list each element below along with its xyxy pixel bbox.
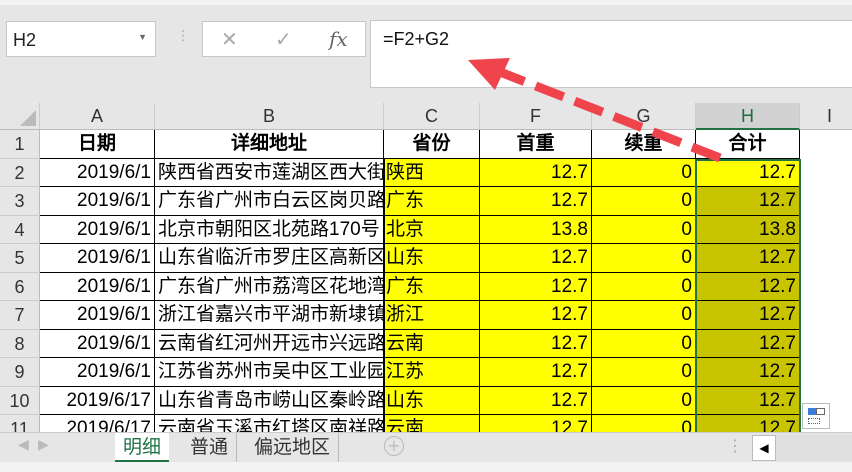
add-sheet-icon[interactable]: + — [384, 436, 404, 456]
scroll-right-icon[interactable]: ▶ — [38, 437, 49, 453]
scroll-left-icon[interactable]: ◀ — [18, 437, 29, 453]
horizontal-scrollbar[interactable] — [776, 435, 852, 461]
sheet-tab-bar: ◀ ▶ 明细 普通 偏远地区 + ⋮ ◀ — [0, 432, 852, 463]
hscroll-left-button[interactable]: ◀ — [752, 435, 776, 461]
splitter-icon[interactable]: ⋮ — [727, 436, 743, 455]
tab-putong[interactable]: 普通 — [182, 433, 238, 463]
annotation-arrow — [468, 58, 722, 163]
arrow-shaft — [498, 67, 722, 163]
tab-pianyuan[interactable]: 偏远地区 — [246, 433, 340, 463]
quick-analysis-icon[interactable] — [802, 403, 830, 429]
tab-mingxi[interactable]: 明细 — [115, 433, 170, 463]
status-strip — [0, 462, 852, 472]
